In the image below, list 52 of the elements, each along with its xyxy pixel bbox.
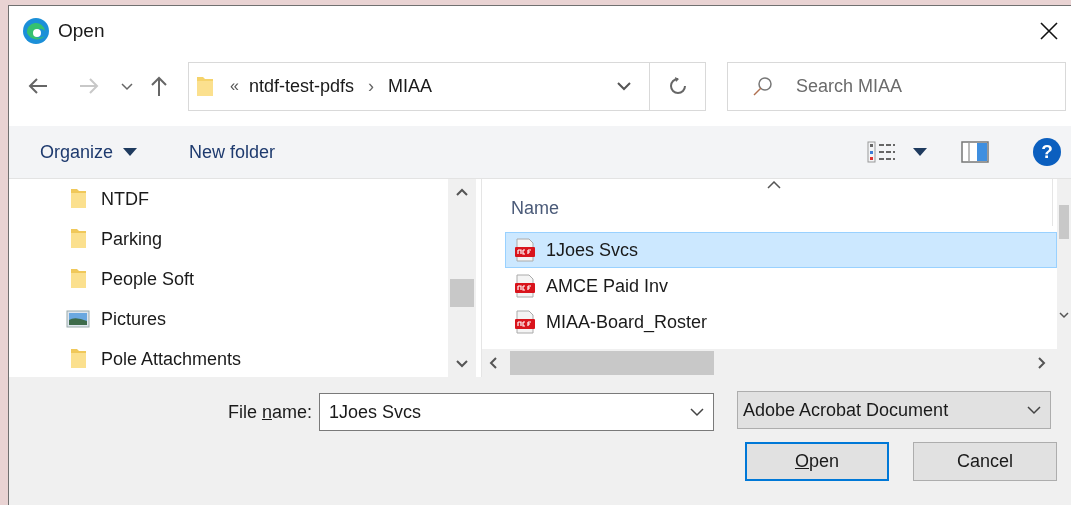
scroll-down-icon[interactable] [1059,311,1069,319]
folder-icon [196,75,214,97]
pictures-icon [66,309,90,329]
file-name-label: File name: [226,400,313,424]
scrollbar-thumb[interactable] [510,351,714,375]
overflow-chevron[interactable]: « [230,74,239,98]
scrollbar-thumb[interactable] [1059,205,1069,239]
open-button[interactable]: Open [745,442,889,481]
address-bar[interactable]: « ntdf-test-pdfs › MIAA [188,61,706,111]
dropdown-icon[interactable] [689,407,705,417]
folder-icon [68,348,88,370]
folder-icon [68,228,88,250]
vertical-scrollbar[interactable] [448,179,476,377]
scroll-up-icon[interactable] [455,187,469,197]
browser-logo-icon [22,17,50,45]
nav-item[interactable]: Pole Attachments [101,345,242,373]
pdf-file-icon [514,310,536,334]
column-header[interactable]: Name [511,195,559,226]
pdf-file-icon [514,274,536,298]
help-button[interactable]: ? [1033,138,1061,166]
cancel-button[interactable]: Cancel [913,442,1057,481]
folder-icon [68,188,88,210]
breadcrumb-item[interactable]: MIAA [387,72,432,100]
search-field[interactable]: Search MIAA [727,61,1066,111]
dropdown-icon [1026,405,1042,415]
organize-menu[interactable]: Organize [40,138,138,166]
search-placeholder: Search MIAA [796,74,903,98]
search-icon [752,75,774,97]
nav-item[interactable]: Parking [101,225,163,253]
file-type-dropdown[interactable]: Adobe Acrobat Document [737,391,1051,429]
new-folder-button[interactable]: New folder [189,138,276,166]
file-row[interactable]: MIAA-Board_Roster [505,304,1057,340]
window-title: Open [58,18,105,43]
horizontal-scrollbar[interactable] [482,349,1071,377]
file-row[interactable]: AMCE Paid Inv [505,268,1057,304]
breadcrumb-item[interactable]: ntdf-test-pdfs [248,72,354,100]
folder-icon [68,268,88,290]
pdf-file-icon [514,238,536,262]
nav-item[interactable]: NTDF [101,185,149,213]
preview-pane-icon[interactable] [961,141,989,163]
scrollbar-thumb[interactable] [450,279,474,307]
nav-item[interactable]: People Soft [101,265,195,293]
scroll-right-icon[interactable] [1037,356,1047,370]
view-options-icon[interactable] [867,141,927,163]
caret-icon [123,148,138,156]
scroll-left-icon[interactable] [488,356,498,370]
nav-item[interactable]: Pictures [101,305,167,333]
scroll-down-icon[interactable] [455,359,469,369]
breadcrumb-separator[interactable]: › [367,72,374,100]
file-name-field[interactable]: 1Joes Svcs [319,393,714,431]
vertical-scrollbar[interactable] [1057,179,1071,349]
file-row[interactable]: 1Joes Svcs [505,232,1057,268]
